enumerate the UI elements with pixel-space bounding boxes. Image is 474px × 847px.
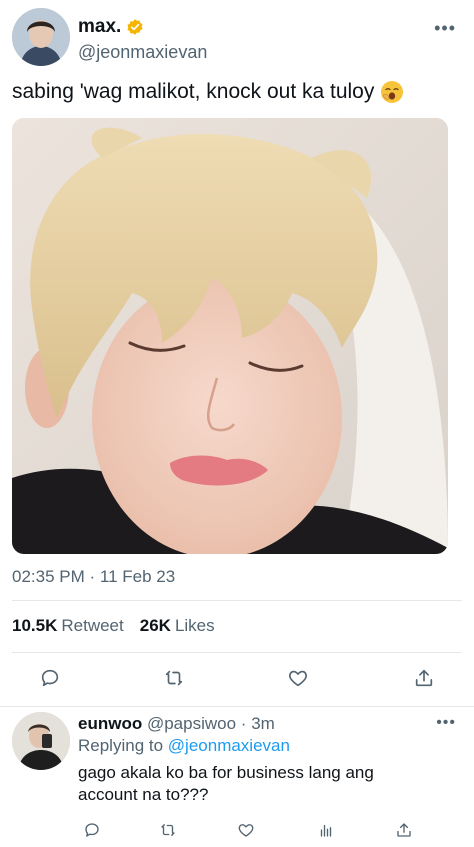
- likes-label: Likes: [174, 616, 215, 635]
- divider: [0, 706, 474, 707]
- divider: [12, 652, 462, 653]
- likes-stat[interactable]: 26K Likes: [140, 616, 215, 636]
- reply-action-bar: [78, 816, 418, 842]
- yawning-face-emoji: [380, 80, 404, 104]
- retweet-stat[interactable]: 10.5K Retweet: [12, 616, 124, 636]
- reply-display-name[interactable]: eunwoo: [78, 714, 142, 733]
- reply-icon[interactable]: [36, 664, 64, 692]
- retweet-icon[interactable]: [160, 664, 188, 692]
- name-row: max.: [78, 16, 144, 38]
- tweet-text: sabing 'wag malikot, knock out ka tuloy: [12, 80, 404, 104]
- tweet-media[interactable]: [12, 118, 448, 554]
- reply-header: eunwoo @papsiwoo · 3m: [78, 714, 275, 734]
- display-name[interactable]: max.: [78, 16, 121, 38]
- retweet-label: Retweet: [61, 616, 124, 635]
- analytics-icon[interactable]: [312, 816, 340, 844]
- like-icon[interactable]: [232, 816, 260, 844]
- like-icon[interactable]: [284, 664, 312, 692]
- tweet-header: max. @jeonmaxievan •••: [12, 8, 462, 72]
- share-icon[interactable]: [410, 664, 438, 692]
- tweet-timestamp[interactable]: 02:35 PM · 11 Feb 23: [12, 567, 175, 587]
- avatar-image: [12, 8, 70, 66]
- tweet-action-bar: [12, 664, 462, 696]
- divider: [12, 600, 462, 601]
- reply-handle[interactable]: @papsiwoo: [147, 714, 236, 733]
- handle[interactable]: @jeonmaxievan: [78, 42, 207, 63]
- verified-badge-icon: [126, 18, 144, 36]
- likes-count: 26K: [139, 616, 171, 635]
- reply-avatar[interactable]: [12, 712, 70, 770]
- reply-tweet[interactable]: eunwoo @papsiwoo · 3m ••• Replying to @j…: [12, 712, 462, 842]
- engagement-stats: 10.5K Retweet 26K Likes: [12, 616, 215, 636]
- share-icon[interactable]: [390, 816, 418, 844]
- reply-avatar-image: [12, 712, 70, 770]
- retweet-count: 10.5K: [12, 616, 58, 635]
- reply-icon[interactable]: [78, 816, 106, 844]
- more-options-icon[interactable]: •••: [434, 18, 456, 39]
- reply-body: gago akala ko ba for business lang ang a…: [78, 763, 374, 804]
- avatar[interactable]: [12, 8, 70, 66]
- replying-to: Replying to @jeonmaxievan: [78, 736, 290, 756]
- more-options-icon[interactable]: •••: [436, 714, 456, 732]
- retweet-icon[interactable]: [154, 816, 182, 844]
- reply-separator: ·: [240, 714, 247, 733]
- photo-of-sleeping-person: [12, 118, 448, 554]
- replying-prefix: Replying to: [78, 736, 164, 755]
- replying-mention[interactable]: @jeonmaxievan: [168, 736, 290, 755]
- reply-time[interactable]: 3m: [251, 714, 275, 733]
- tweet-body: sabing 'wag malikot, knock out ka tuloy: [12, 80, 375, 103]
